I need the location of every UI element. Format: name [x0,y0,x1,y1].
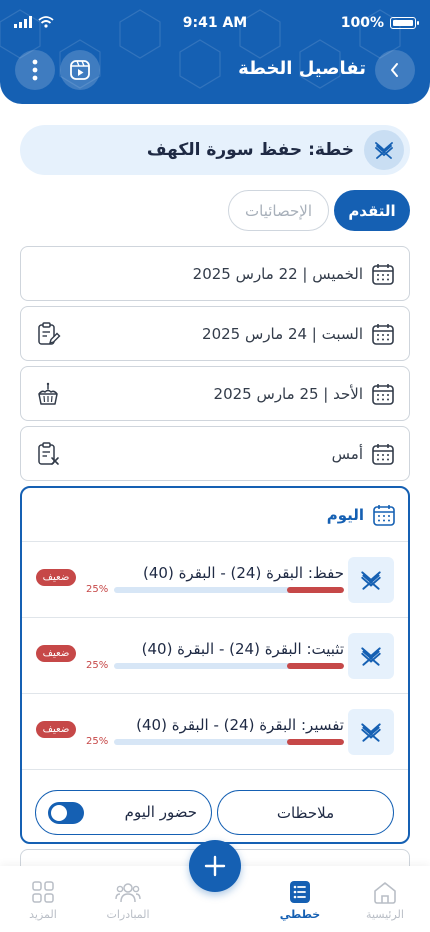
calendar-icon [372,263,394,285]
today-label: اليوم [326,505,364,524]
kebab-menu-icon [32,59,38,81]
calendar-icon [372,323,394,345]
battery-icon [390,17,419,29]
app-header: 9:41 AM 100% تفاصيل الخطة [0,0,430,104]
clipboard-x-icon [38,442,59,465]
day-card[interactable]: الخميس | 22 مارس 2025 [20,246,410,301]
quran-stand-icon [361,723,381,742]
nav-plans[interactable]: خططي [260,880,340,921]
notes-button[interactable]: ملاحظات [217,790,394,835]
calendar-icon [372,443,394,465]
back-button[interactable] [375,50,415,90]
attendance-label: حضور اليوم [124,803,197,821]
task-row[interactable]: تثبيت: البقرة (24) - البقرة (40) 25% ضعي… [22,618,408,694]
task-row[interactable]: حفظ: البقرة (24) - البقرة (40) 25% ضعيف [22,542,408,618]
nav-more-label: المزيد [29,908,57,921]
cake-icon [38,382,58,405]
nav-initiatives[interactable]: المبادرات [88,880,168,921]
nav-plans-label: خططي [279,908,321,921]
calendar-icon [373,504,395,526]
grid-icon [32,881,54,903]
status-battery: 100% [340,15,419,31]
nav-home[interactable]: الرئيسية [345,880,425,921]
more-options-button[interactable] [15,50,55,90]
task-percent: 25% [86,736,109,747]
tab-statistics[interactable]: الإحصائيات [228,190,329,231]
task-icon-wrap [348,709,394,755]
video-icon [70,60,90,80]
quran-stand-icon [361,571,381,590]
task-progress-bar [114,739,344,745]
nav-more[interactable]: المزيد [3,880,83,921]
status-bar: 9:41 AM 100% [0,14,430,34]
page-title: تفاصيل الخطة [238,58,366,79]
battery-percent: 100% [340,15,384,31]
today-card: اليوم حفظ: البقرة (24) - البقرة (40) 25%… [20,486,410,844]
status-badge: ضعيف [36,645,76,662]
day-card[interactable]: أمس [20,426,410,481]
list-icon [290,881,310,903]
quran-stand-icon [375,142,393,159]
task-icon-wrap [348,557,394,603]
toggle-knob [51,805,67,821]
day-label: السبت | 24 مارس 2025 [202,324,363,343]
nav-home-label: الرئيسية [366,908,404,921]
status-badge: ضعيف [36,721,76,738]
today-header[interactable]: اليوم [22,488,408,542]
plan-icon-wrap [364,130,404,170]
task-title: تثبيت: البقرة (24) - البقرة (40) [141,640,344,658]
clipboard-edit-icon [38,322,61,345]
task-progress-fill [286,663,344,669]
tab-progress[interactable]: التقدم [334,190,410,231]
plan-title: خطة: حفظ سورة الكهف [146,140,354,160]
task-progress-bar [114,587,344,593]
task-icon-wrap [348,633,394,679]
add-button[interactable] [189,840,241,892]
task-title: تفسير: البقرة (24) - البقرة (40) [136,716,344,734]
chevron-right-icon [391,63,398,77]
attendance-toggle[interactable] [48,802,84,824]
day-label: الأحد | 25 مارس 2025 [213,384,363,403]
task-progress-fill [286,739,344,745]
plan-banner: خطة: حفظ سورة الكهف [20,125,410,175]
task-percent: 25% [86,584,109,595]
task-row[interactable]: تفسير: البقرة (24) - البقرة (40) 25% ضعي… [22,694,408,770]
task-progress-fill [286,587,344,593]
calendar-icon [372,383,394,405]
day-card[interactable]: الأحد | 25 مارس 2025 [20,366,410,421]
video-button[interactable] [60,50,100,90]
task-percent: 25% [86,660,109,671]
today-actions: ملاحظات حضور اليوم [22,770,408,842]
quran-stand-icon [361,647,381,666]
day-label: أمس [331,444,363,463]
plus-icon [204,855,226,877]
day-card[interactable]: السبت | 24 مارس 2025 [20,306,410,361]
people-icon [115,883,141,903]
home-icon [374,882,396,904]
task-progress-bar [114,663,344,669]
task-title: حفظ: البقرة (24) - البقرة (40) [143,564,344,582]
nav-initiatives-label: المبادرات [106,908,150,921]
day-label: الخميس | 22 مارس 2025 [192,264,363,283]
attendance-control[interactable]: حضور اليوم [35,790,212,835]
status-badge: ضعيف [36,569,76,586]
